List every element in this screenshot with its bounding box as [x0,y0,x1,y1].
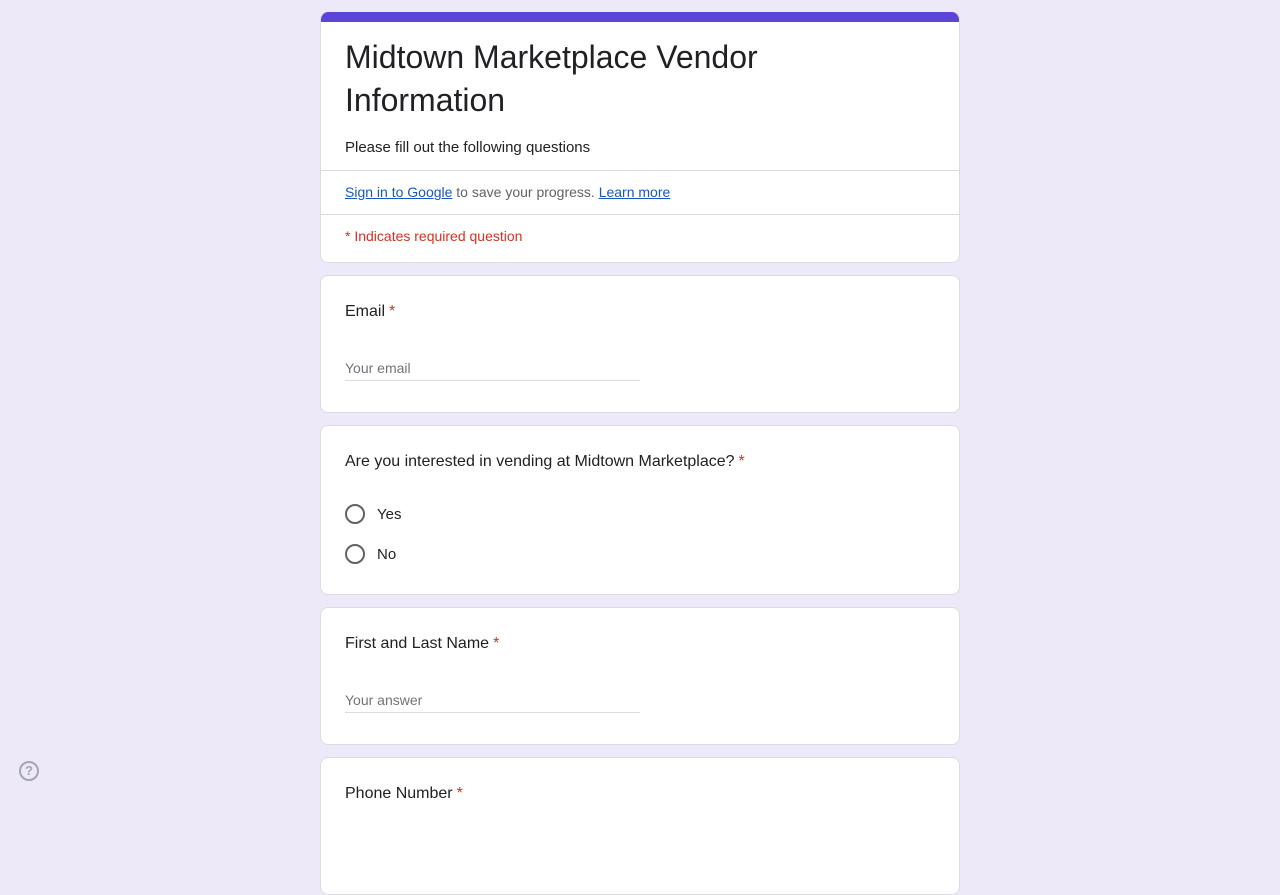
radio-label: No [377,545,397,563]
required-star: * [389,303,396,320]
required-note: * Indicates required question [345,228,523,244]
form-description: Please fill out the following questions [345,139,591,156]
question-title-text: Are you interested in vending at Midtown… [345,453,735,470]
required-star: * [493,635,500,652]
question-title: First and Last Name * [345,632,935,656]
email-field[interactable] [345,354,640,381]
name-field[interactable] [345,686,640,713]
radio-label: Yes [377,505,402,523]
form-title: Midtown Marketplace Vendor Information [345,39,758,118]
question-title: Are you interested in vending at Midtown… [345,450,935,474]
question-card-email: Email * [320,275,960,413]
question-card-interest: Are you interested in vending at Midtown… [320,425,960,595]
accent-bar [321,12,959,22]
question-title: Phone Number * [345,782,935,806]
help-icon[interactable]: ? [19,761,39,781]
question-title-text: Email [345,303,386,320]
radio-option-no[interactable]: No [345,534,935,574]
question-title-text: First and Last Name [345,635,490,652]
form-container: Midtown Marketplace Vendor Information P… [320,12,960,895]
radio-option-yes[interactable]: Yes [345,494,935,534]
question-title-text: Phone Number [345,785,453,802]
sign-in-link[interactable]: Sign in to Google [345,184,452,200]
radio-button[interactable] [345,504,365,524]
signin-text: to save your progress. [452,184,599,200]
title-block: Midtown Marketplace Vendor Information P… [321,22,959,158]
learn-more-link[interactable]: Learn more [599,184,671,200]
signin-row: Sign in to Google to save your progress.… [321,171,959,214]
required-star: * [738,453,745,470]
radio-button[interactable] [345,544,365,564]
form-header-card: Midtown Marketplace Vendor Information P… [320,12,960,263]
required-star: * [456,785,463,802]
question-title: Email * [345,300,935,324]
radio-group: Yes No [345,494,935,574]
question-card-name: First and Last Name * [320,607,960,745]
question-card-phone: Phone Number * [320,757,960,895]
